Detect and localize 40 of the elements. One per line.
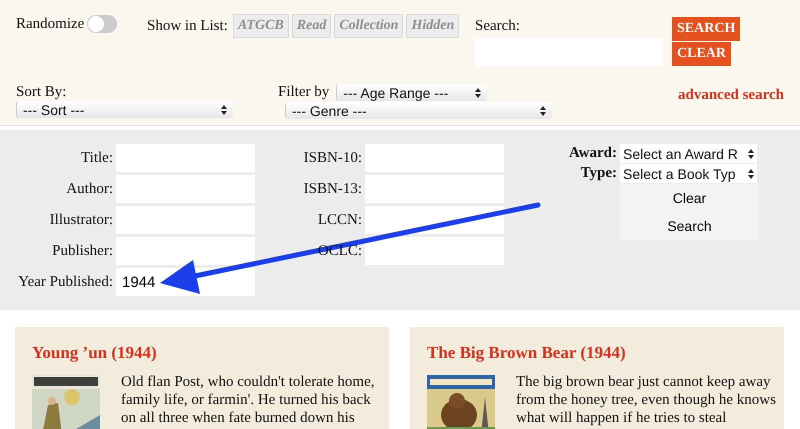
field-label: Year Published: [18,274,113,290]
field-label: Title: [81,150,113,166]
advanced-search-link[interactable]: advanced search [678,87,784,104]
select-label: Award: [568,145,617,162]
filter-label: Filter by [278,84,330,101]
text-button[interactable]: SEARCH [672,17,740,41]
book-description: The big brown bear just cannot keep away from the honey tree, even though he knows what will happen if he tries to steal [516,373,777,428]
list-filter-button[interactable]: Hidden [406,14,460,38]
field-label: Author: [66,180,113,196]
select-label: Type: [580,165,617,182]
updown-arrows-icon [475,88,482,98]
dropdown-select[interactable]: Select an Award R [620,144,757,163]
updown-arrows-icon [221,104,227,114]
list-filter-button[interactable]: ATGCB [232,14,289,38]
book-title-link[interactable]: The Big Brown Bear (1944) [427,343,626,363]
updown-arrows-icon [540,106,546,116]
input-field[interactable] [365,237,504,265]
sort-select[interactable]: --- Sort --- [16,101,233,118]
genre-select[interactable]: --- Genre --- [285,102,552,119]
randomize-toggle[interactable] [87,15,118,33]
age-range-select[interactable]: --- Age Range --- [336,84,488,101]
field-label: Illustrator: [50,212,113,228]
dropdown-select[interactable]: Select a Book Typ [620,164,757,183]
list-filter-button[interactable]: Collection [334,14,404,38]
field-label: OCLC: [318,242,362,258]
show-in-list-label: Show in List: [147,18,228,34]
field-label: ISBN-13: [304,180,362,196]
field-label: Publisher: [52,242,113,258]
list-filter-button[interactable]: Read [292,14,332,38]
randomize-label: Randomize [16,16,84,32]
book-description: Old flan Post, who couldn't tolerate home, family life, or farmin'. He turned his back on all three when fate burned down his [121,373,376,428]
search-label: Search: [475,18,521,35]
book-title-link[interactable]: Young ’un (1944) [32,343,157,363]
updown-arrows-icon [748,168,754,178]
updown-arrows-icon [748,148,754,158]
sort-label: Sort By: [16,84,68,101]
text-button[interactable]: CLEAR [672,42,732,66]
field-label: ISBN-10: [304,150,362,166]
field-label: LCCN: [318,212,362,228]
input-field[interactable] [116,237,255,265]
